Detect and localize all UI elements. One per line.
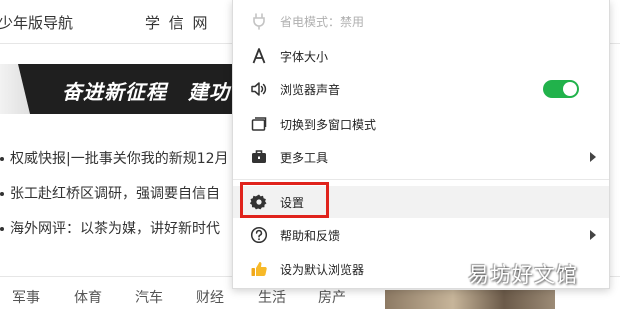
category-life[interactable]: 生活 bbox=[258, 287, 286, 307]
category-sports[interactable]: 体育 bbox=[74, 287, 102, 307]
menu-item-label: 省电模式：禁用 bbox=[280, 15, 365, 29]
menu-item-label: 更多工具 bbox=[280, 151, 329, 165]
multi-window-icon bbox=[250, 115, 268, 133]
help-icon bbox=[250, 226, 268, 244]
menu-item-label: 字体大小 bbox=[280, 50, 329, 64]
thumbs-up-icon bbox=[250, 260, 268, 278]
menu-item-help-feedback[interactable]: 帮助和反馈 bbox=[233, 219, 609, 251]
banner-text: 奋进新征程 建功 bbox=[62, 80, 230, 104]
sound-toggle[interactable] bbox=[543, 80, 579, 98]
menu-item-label: 浏览器声音 bbox=[280, 83, 341, 97]
category-military[interactable]: 军事 bbox=[12, 287, 40, 307]
menu-item-more-tools[interactable]: 更多工具 bbox=[233, 141, 609, 173]
menu-item-label: 切换到多窗口模式 bbox=[280, 118, 377, 132]
news-item[interactable]: 海外网评：以茶为媒，讲好新时代 bbox=[0, 218, 220, 238]
menu-item-font-size[interactable]: 字体大小 bbox=[233, 40, 609, 72]
toolbox-icon bbox=[250, 148, 268, 166]
category-realestate[interactable]: 房产 bbox=[318, 287, 346, 307]
nav-link-youth[interactable]: 少年版导航 bbox=[0, 12, 73, 33]
watermark: 易坊好文馆 bbox=[468, 263, 578, 287]
toggle-knob bbox=[563, 82, 577, 96]
category-auto[interactable]: 汽车 bbox=[135, 287, 163, 307]
browser-menu: 省电模式：禁用 字体大小 浏览器声音 切换到多窗口模式 更多工具 设置 帮助和反… bbox=[232, 0, 610, 289]
menu-item-label: 帮助和反馈 bbox=[280, 229, 341, 243]
chevron-right-icon bbox=[590, 230, 596, 240]
plug-icon bbox=[250, 12, 268, 30]
menu-item-power-saver: 省电模式：禁用 bbox=[233, 5, 609, 37]
menu-item-browser-sound[interactable]: 浏览器声音 bbox=[233, 73, 609, 105]
category-finance[interactable]: 财经 bbox=[196, 287, 224, 307]
news-item[interactable]: 权威快报|一批事关你我的新规12月 bbox=[0, 148, 229, 168]
thumbnail-image[interactable] bbox=[385, 290, 555, 309]
nav-link-chsi[interactable]: 学 信 网 bbox=[145, 12, 210, 33]
menu-item-multi-window[interactable]: 切换到多窗口模式 bbox=[233, 108, 609, 140]
menu-divider bbox=[233, 179, 609, 180]
font-size-icon bbox=[250, 47, 268, 65]
speaker-icon bbox=[250, 80, 268, 98]
chevron-right-icon bbox=[590, 152, 596, 162]
menu-item-label: 设为默认浏览器 bbox=[280, 263, 365, 277]
highlight-annotation bbox=[240, 182, 329, 218]
news-item[interactable]: 张工赴红桥区调研，强调要自信自 bbox=[0, 183, 220, 203]
